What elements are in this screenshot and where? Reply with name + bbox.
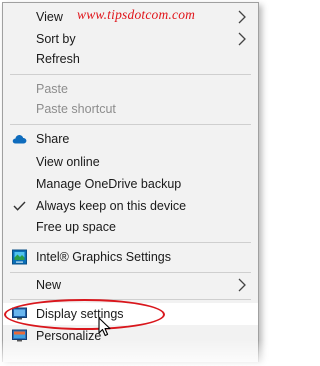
menu-separator [10,74,251,75]
menu-item-view-label: View [36,10,63,24]
menu-item-view-online-label: View online [36,155,100,169]
personalize-monitor-icon [12,329,27,344]
intel-graphics-icon [12,249,27,265]
menu-item-personalize-label: Personalize [36,329,102,343]
menu-item-paste-shortcut-label: Paste shortcut [36,102,116,116]
menu-separator [10,124,251,125]
checkmark-icon [12,199,27,214]
chevron-right-icon [238,10,246,24]
menu-item-manage-onedrive-backup-label: Manage OneDrive backup [36,177,182,191]
menu-item-sort-by-label: Sort by [36,32,76,46]
menu-item-sort-by[interactable]: Sort by [3,28,258,50]
chevron-right-icon [238,278,246,292]
menu-item-new-label: New [36,278,62,292]
menu-item-always-keep[interactable]: Always keep on this device [3,195,258,217]
menu-item-display-settings[interactable]: Display settings [3,303,258,325]
menu-separator [10,242,251,243]
watermark-text: www.tipsdotcom.com [77,7,196,22]
menu-item-paste-label: Paste [36,82,68,96]
chevron-right-icon [238,32,246,46]
menu-separator [10,272,251,273]
onedrive-cloud-icon [12,132,27,147]
menu-item-refresh-label: Refresh [36,52,80,66]
menu-item-new[interactable]: New [3,274,258,296]
menu-item-share[interactable]: Share [3,128,258,150]
menu-item-manage-onedrive-backup[interactable]: Manage OneDrive backup [3,173,258,195]
menu-item-paste: Paste [3,78,258,100]
menu-item-view-online[interactable]: View online [3,151,258,173]
desktop-context-menu: View Sort by Refresh Paste Paste shortcu… [2,2,259,362]
menu-item-paste-shortcut: Paste shortcut [3,98,258,120]
menu-item-intel-graphics[interactable]: Intel® Graphics Settings [3,246,258,268]
display-monitor-icon [12,307,27,322]
menu-item-free-up-space-label: Free up space [36,220,116,234]
menu-item-personalize[interactable]: Personalize [3,325,258,347]
menu-item-intel-graphics-label: Intel® Graphics Settings [36,250,171,264]
menu-item-free-up-space[interactable]: Free up space [3,216,258,238]
menu-item-refresh[interactable]: Refresh [3,48,258,70]
menu-item-always-keep-label: Always keep on this device [36,199,187,213]
mouse-pointer-icon [98,317,111,337]
menu-separator [10,299,251,300]
menu-item-share-label: Share [36,132,70,146]
